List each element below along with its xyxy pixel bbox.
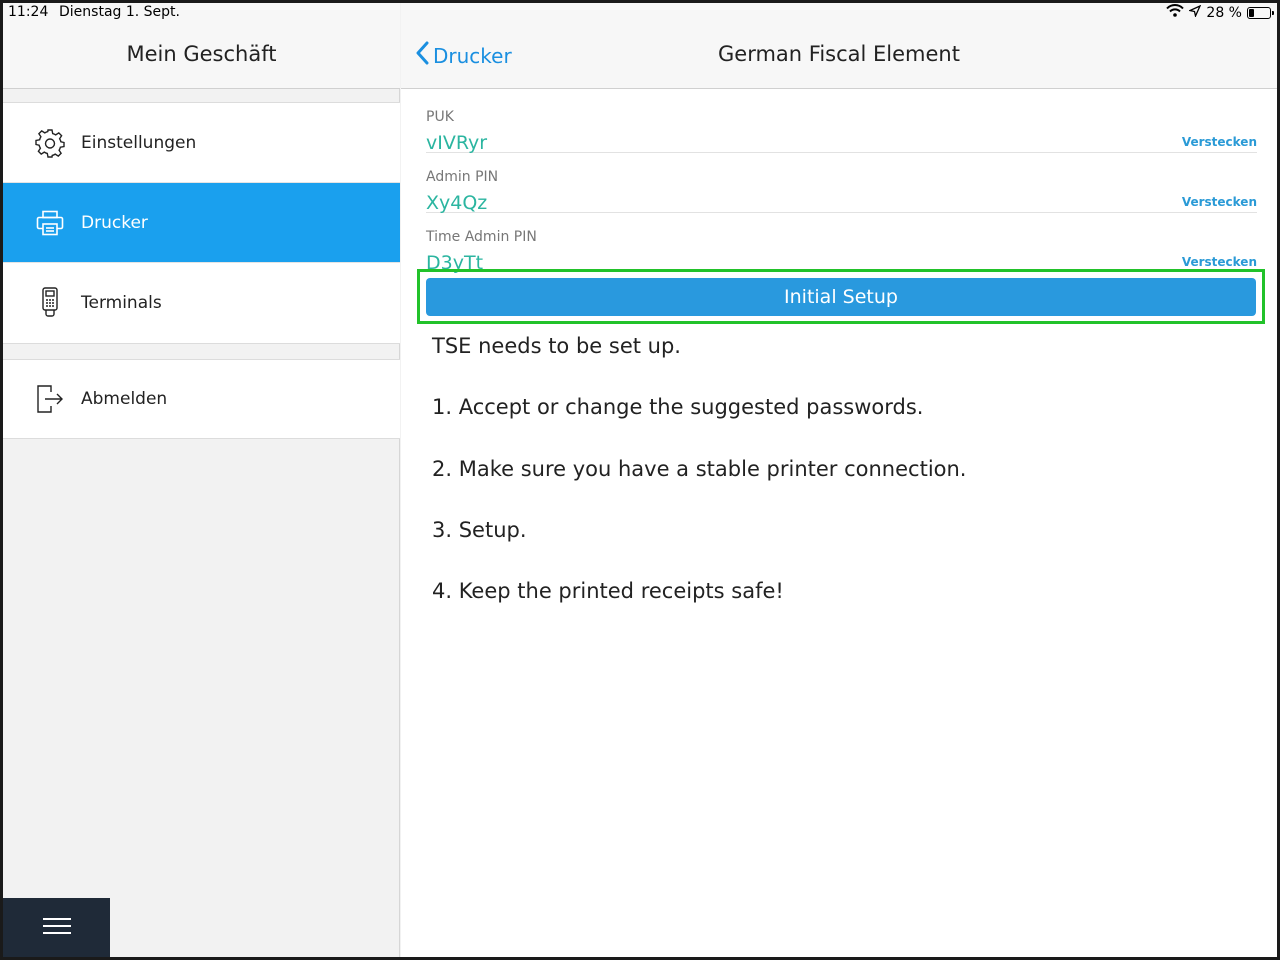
page-title: German Fiscal Element: [718, 42, 960, 66]
hide-button[interactable]: Verstecken: [1182, 135, 1257, 149]
gear-icon: [34, 127, 66, 159]
main-panel: Drucker German Fiscal Element PUK vIVRyr…: [401, 3, 1277, 957]
setup-instructions: TSE needs to be set up. 1. Accept or cha…: [432, 334, 1252, 640]
location-arrow-icon: [1188, 4, 1202, 21]
initial-setup-button[interactable]: Initial Setup: [426, 278, 1256, 316]
hamburger-menu-button[interactable]: [3, 898, 110, 957]
sidebar-item-terminals[interactable]: Terminals: [3, 263, 400, 343]
field-label: Admin PIN: [426, 169, 499, 185]
time-admin-pin-field: Time Admin PIN D3yTt Verstecken: [426, 213, 1257, 274]
sidebar-item-label: Terminals: [81, 293, 162, 313]
hamburger-icon: [42, 917, 71, 939]
instruction-line: TSE needs to be set up.: [432, 334, 681, 358]
status-date: Dienstag 1. Sept.: [59, 4, 180, 20]
instruction-line: 3. Setup.: [432, 517, 527, 542]
printer-icon: [34, 207, 66, 239]
logout-button[interactable]: Abmelden: [3, 360, 400, 438]
field-label: Time Admin PIN: [426, 229, 537, 245]
wifi-icon: [1166, 4, 1185, 21]
puk-field: PUK vIVRyr Verstecken: [426, 93, 1257, 154]
status-bar: 11:24 Dienstag 1. Sept. 28 %: [3, 3, 1277, 25]
setup-highlight: Initial Setup: [417, 269, 1265, 324]
field-value[interactable]: Xy4Qz: [426, 192, 487, 214]
instruction-line: 4. Keep the printed receipts safe!: [432, 579, 784, 604]
field-value[interactable]: vIVRyr: [426, 132, 487, 154]
sidebar-item-einstellungen[interactable]: Einstellungen: [3, 103, 400, 183]
logout-label: Abmelden: [81, 389, 168, 409]
sidebar-title: Mein Geschäft: [126, 42, 277, 66]
sidebar: Mein Geschäft Einstellungen Drucker Term…: [3, 3, 400, 957]
sidebar-logout-group: Abmelden: [3, 359, 400, 439]
instruction-line: 2. Make sure you have a stable printer c…: [432, 456, 967, 481]
screen: 11:24 Dienstag 1. Sept. 28 % Mein Geschä…: [3, 3, 1277, 957]
logout-icon: [34, 383, 66, 415]
field-label: PUK: [426, 109, 454, 125]
battery-percent: 28 %: [1206, 4, 1242, 21]
status-indicators: 28 %: [1166, 4, 1274, 21]
card-terminal-icon: [34, 287, 66, 319]
hide-button[interactable]: Verstecken: [1182, 255, 1257, 269]
battery-fill: [1249, 8, 1254, 17]
sidebar-item-drucker[interactable]: Drucker: [3, 183, 400, 263]
sidebar-item-label: Einstellungen: [81, 132, 197, 153]
hide-button[interactable]: Verstecken: [1182, 195, 1257, 209]
sidebar-menu: Einstellungen Drucker Terminals: [3, 102, 400, 344]
instruction-line: 1. Accept or change the suggested passwo…: [432, 395, 924, 420]
sidebar-item-label: Drucker: [81, 212, 148, 233]
admin-pin-field: Admin PIN Xy4Qz Verstecken: [426, 153, 1257, 214]
battery-icon: [1247, 6, 1274, 19]
status-time: 11:24: [8, 4, 49, 20]
